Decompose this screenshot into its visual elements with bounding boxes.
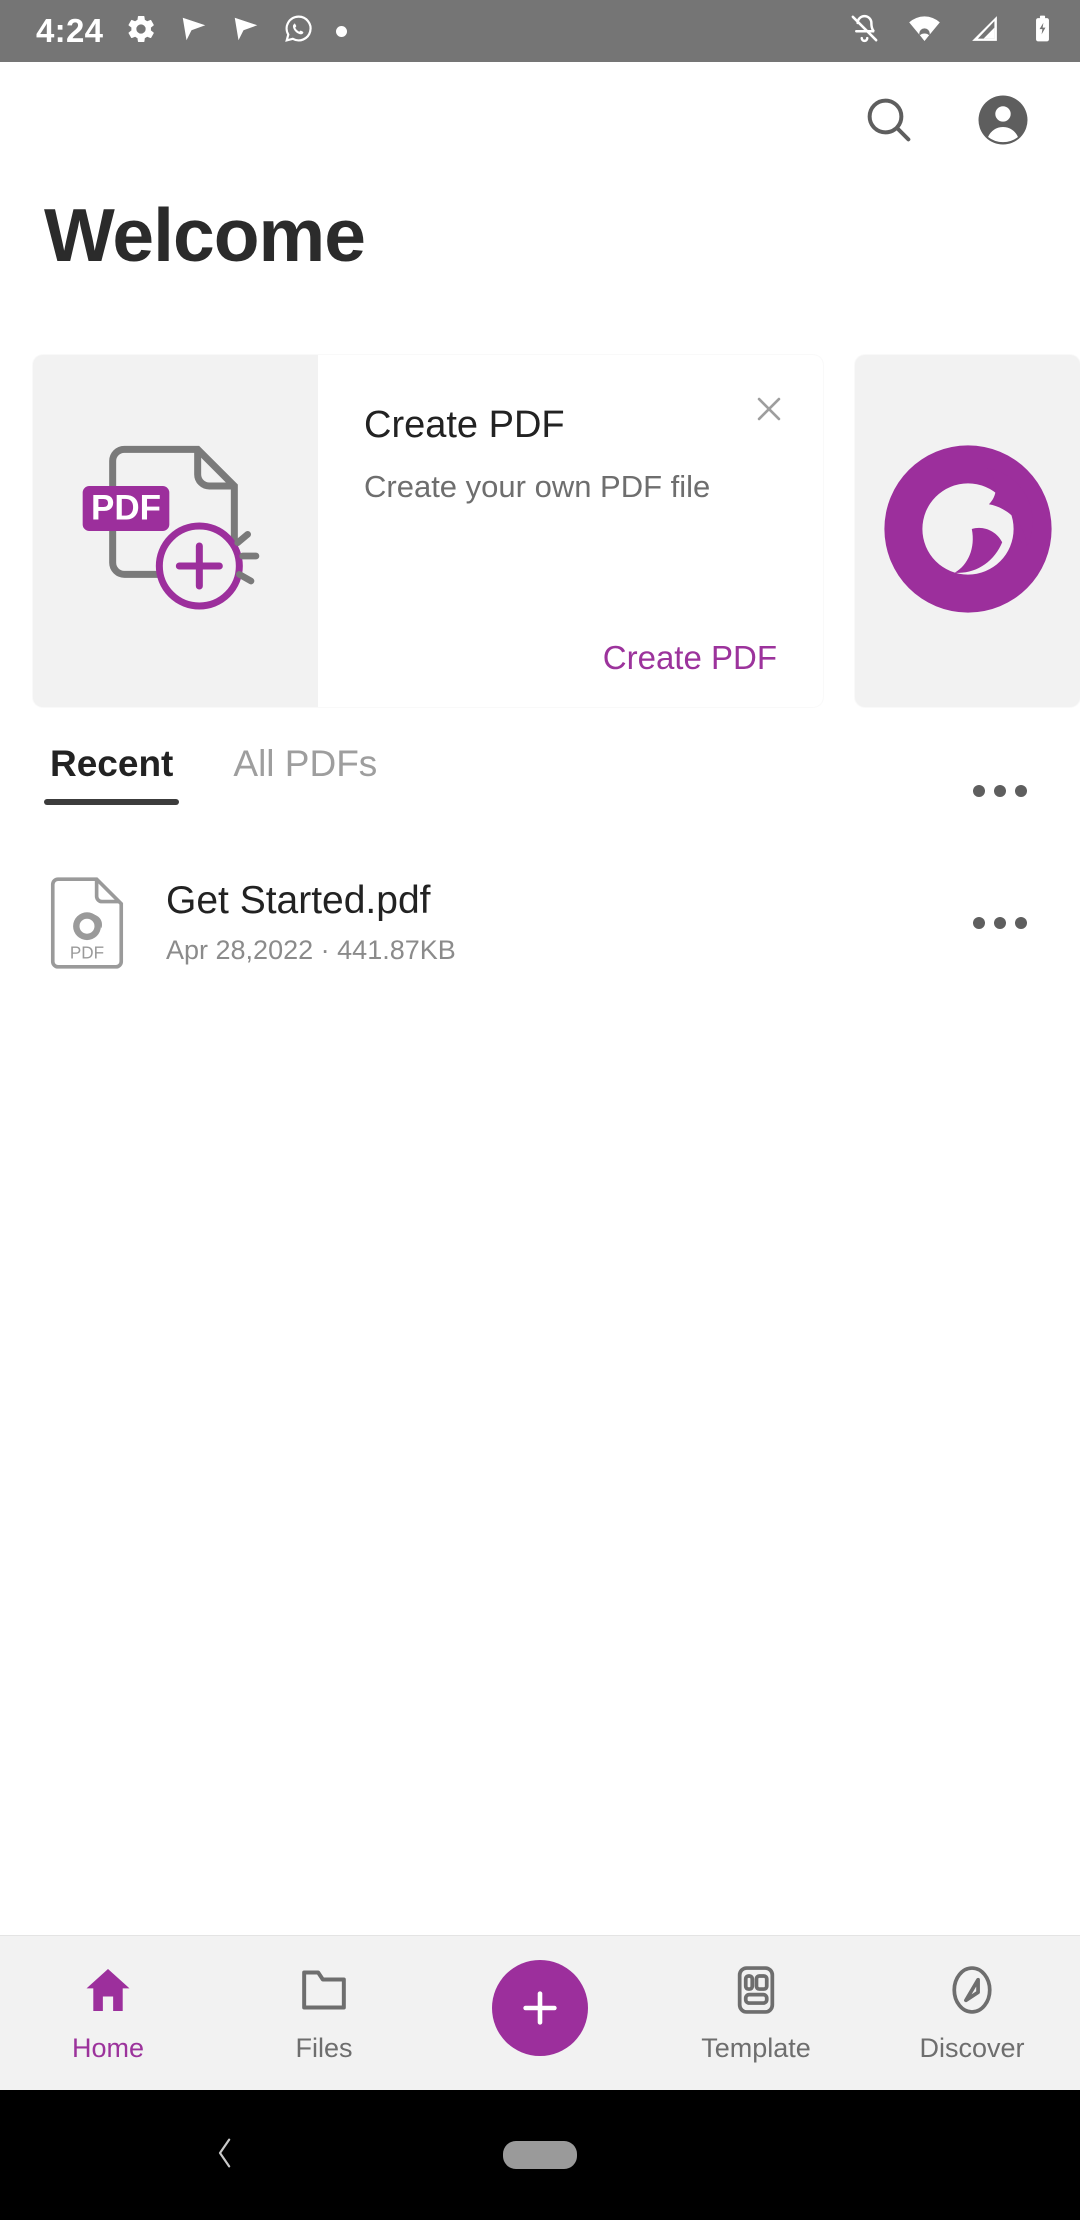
tab-all-pdfs[interactable]: All PDFs	[227, 735, 383, 815]
battery-charging-icon	[1027, 13, 1058, 49]
list-more-options-icon[interactable]	[964, 763, 1036, 819]
nav-item-files-label: Files	[295, 2033, 353, 2063]
file-tabs-bar: Recent All PDFs	[0, 735, 1080, 845]
create-fab-button[interactable]	[492, 1960, 588, 2056]
nav-item-template-label: Template	[701, 2033, 811, 2063]
nav-item-discover-label: Discover	[919, 2033, 1025, 2063]
promo-card-subtitle: Create your own PDF file	[364, 468, 711, 504]
dot-icon	[994, 916, 1006, 929]
file-meta-separator: ·	[320, 935, 330, 966]
file-tabs: Recent All PDFs	[44, 735, 383, 815]
top-app-bar	[0, 62, 1080, 177]
home-icon	[80, 1962, 136, 2023]
nav-item-files[interactable]: Files	[216, 1936, 432, 2090]
dot-icon	[336, 25, 348, 37]
file-date: Apr 28,2022	[166, 935, 314, 966]
nav-item-create[interactable]	[432, 1936, 648, 2090]
file-size: 441.87KB	[337, 935, 456, 966]
nav-item-template[interactable]: Template	[648, 1936, 864, 2090]
promo-card-carousel[interactable]: PDF Create PDF Create your own PDF file …	[33, 355, 1080, 707]
dot-icon	[1015, 916, 1027, 929]
create-pdf-button[interactable]: Create PDF	[603, 639, 777, 677]
notifications-off-icon	[848, 12, 881, 50]
search-icon[interactable]	[858, 89, 920, 151]
svg-text:PDF: PDF	[70, 943, 104, 962]
app-root: 4:24 Welcome PDF Create PDF Create your …	[0, 0, 1080, 2220]
cellular-signal-icon	[968, 12, 1001, 50]
dot-icon	[1015, 785, 1027, 797]
promo-card-title: Create PDF	[364, 404, 565, 446]
nav-item-discover[interactable]: Discover	[864, 1936, 1080, 2090]
dot-icon	[973, 916, 985, 929]
status-bar-left: 4:24	[36, 12, 348, 50]
foxit-swirl-logo	[873, 434, 1063, 629]
folder-icon	[296, 1962, 352, 2023]
list-item[interactable]: PDF Get Started.pdf Apr 28,2022 · 441.87…	[0, 855, 1080, 990]
nav-item-home-label: Home	[71, 2033, 145, 2063]
tab-recent-label: Recent	[50, 743, 174, 784]
send-plane-icon	[179, 14, 209, 49]
promo-card-body: Create PDF Create your own PDF file Crea…	[318, 355, 823, 707]
close-icon[interactable]	[745, 385, 793, 433]
status-bar: 4:24	[0, 0, 1080, 62]
tab-recent[interactable]: Recent	[44, 735, 180, 815]
template-icon	[728, 1962, 784, 2023]
pdf-file-icon: PDF	[44, 876, 130, 969]
list-item-texts: Get Started.pdf Apr 28,2022 · 441.87KB	[166, 879, 964, 967]
settings-gear-icon	[125, 13, 157, 50]
whatsapp-icon	[283, 13, 314, 49]
recent-files-list: PDF Get Started.pdf Apr 28,2022 · 441.87…	[0, 855, 1080, 990]
promo-card-create-pdf[interactable]: PDF Create PDF Create your own PDF file …	[33, 355, 823, 707]
nav-item-home[interactable]: Home	[0, 1936, 216, 2090]
status-bar-right	[848, 11, 1058, 51]
send-plane-icon	[231, 14, 261, 49]
pdf-create-icon: PDF	[33, 355, 318, 707]
page-title: Welcome	[44, 193, 366, 277]
dot-icon	[973, 785, 985, 797]
bottom-navigation: Home Files Template Discover	[0, 1935, 1080, 2090]
svg-text:PDF: PDF	[91, 488, 161, 527]
system-navigation-bar	[0, 2090, 1080, 2220]
home-pill[interactable]	[503, 2141, 577, 2169]
file-more-options-icon[interactable]	[964, 895, 1036, 951]
status-bar-clock: 4:24	[36, 12, 104, 49]
file-meta: Apr 28,2022 · 441.87KB	[166, 935, 964, 966]
wifi-icon	[907, 11, 942, 51]
back-icon[interactable]	[205, 2133, 245, 2178]
promo-card-secondary[interactable]	[855, 355, 1080, 707]
compass-icon	[944, 1962, 1000, 2023]
tab-all-pdfs-label: All PDFs	[233, 743, 378, 784]
account-icon[interactable]	[972, 89, 1034, 151]
dot-icon	[994, 785, 1006, 797]
file-name: Get Started.pdf	[166, 878, 431, 922]
